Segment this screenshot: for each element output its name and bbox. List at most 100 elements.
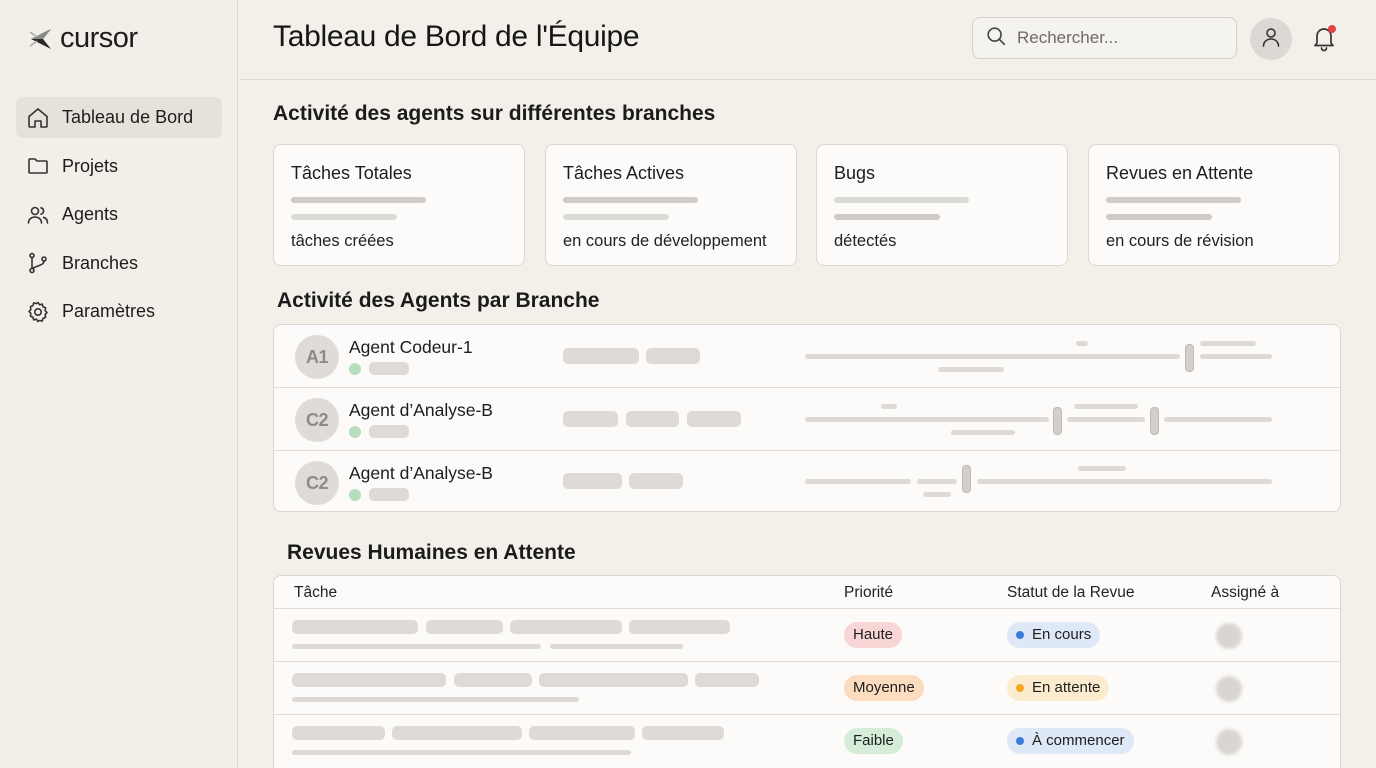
placeholder-pill bbox=[695, 673, 759, 687]
stat-card-total-tasks: Tâches Totales tâches créées bbox=[273, 144, 525, 266]
stat-placeholder-bar bbox=[291, 197, 426, 203]
table-row[interactable]: Haute En cours bbox=[274, 609, 1340, 662]
table-row[interactable]: Faible À commencer bbox=[274, 715, 1340, 768]
agent-row[interactable]: C2 Agent d’Analyse-B bbox=[274, 387, 1340, 449]
stat-placeholder-bar bbox=[834, 197, 969, 203]
column-header-assignee[interactable]: Assigné à bbox=[1211, 584, 1279, 602]
placeholder-pill bbox=[454, 673, 532, 687]
branch-marker[interactable] bbox=[1053, 407, 1062, 435]
branch-marker[interactable] bbox=[1150, 407, 1159, 435]
branch-marker[interactable] bbox=[962, 465, 971, 493]
placeholder-pill bbox=[529, 726, 635, 740]
stat-card-sub: tâches créées bbox=[291, 232, 394, 250]
stat-card-pending-reviews: Revues en Attente en cours de révision bbox=[1088, 144, 1340, 266]
sidebar: cursor Tableau de Bord Projets Agents Br… bbox=[0, 0, 238, 768]
placeholder-line bbox=[292, 750, 631, 755]
branch-timeline-line bbox=[805, 479, 911, 484]
brand-logo[interactable]: cursor bbox=[28, 22, 138, 55]
sidebar-item-dashboard[interactable]: Tableau de Bord bbox=[16, 97, 222, 138]
placeholder-line bbox=[292, 644, 541, 649]
placeholder-pill bbox=[392, 726, 522, 740]
reviews-table: Tâche Priorité Statut de la Revue Assign… bbox=[273, 575, 1341, 768]
status-dot bbox=[1016, 737, 1024, 745]
user-avatar-button[interactable] bbox=[1250, 18, 1292, 60]
agent-avatar: A1 bbox=[295, 335, 339, 379]
folder-icon bbox=[26, 154, 50, 178]
search-box[interactable] bbox=[972, 17, 1237, 59]
cursor-logo-icon bbox=[28, 26, 54, 52]
assignee-avatar[interactable] bbox=[1216, 729, 1242, 755]
reviews-section-title: Revues Humaines en Attente bbox=[287, 541, 576, 564]
stat-card-sub: détectés bbox=[834, 232, 897, 250]
stat-placeholder-bar bbox=[1106, 214, 1212, 220]
sidebar-nav: Tableau de Bord Projets Agents Branches … bbox=[16, 97, 222, 340]
branch-timeline-line bbox=[951, 430, 1015, 435]
branch-timeline-line bbox=[1076, 341, 1088, 346]
placeholder-pill bbox=[626, 411, 679, 427]
brand-name: cursor bbox=[60, 22, 138, 54]
placeholder-pill bbox=[426, 620, 503, 634]
stat-card-active-tasks: Tâches Actives en cours de développement bbox=[545, 144, 797, 266]
placeholder-pill bbox=[563, 411, 618, 427]
branch-marker[interactable] bbox=[1185, 344, 1194, 372]
page-title: Tableau de Bord de l'Équipe bbox=[273, 20, 640, 53]
status-label: En attente bbox=[1032, 679, 1101, 696]
sidebar-item-agents[interactable]: Agents bbox=[16, 194, 222, 235]
agent-avatar: C2 bbox=[295, 398, 339, 442]
search-input[interactable] bbox=[1017, 28, 1217, 48]
agents-panel: A1 Agent Codeur-1 C2 Agent d’Analyse-B C… bbox=[273, 324, 1341, 512]
agent-avatar: C2 bbox=[295, 461, 339, 505]
sidebar-item-settings[interactable]: Paramètres bbox=[16, 291, 222, 332]
status-badge: En attente bbox=[1007, 675, 1110, 701]
status-badge: À commencer bbox=[1007, 728, 1134, 754]
branch-timeline-line bbox=[881, 404, 897, 409]
stat-card-bugs: Bugs détectés bbox=[816, 144, 1068, 266]
users-icon bbox=[26, 203, 50, 227]
bell-icon bbox=[1311, 28, 1337, 56]
notification-dot bbox=[1328, 25, 1336, 33]
stat-card-label: Revues en Attente bbox=[1106, 163, 1254, 183]
status-badge: En cours bbox=[1007, 622, 1101, 648]
placeholder-pill bbox=[369, 362, 409, 375]
stat-placeholder-bar bbox=[291, 214, 397, 220]
sidebar-item-label: Branches bbox=[62, 252, 139, 273]
status-dot bbox=[1016, 684, 1024, 692]
assignee-avatar[interactable] bbox=[1216, 676, 1242, 702]
branch-timeline-line bbox=[1200, 341, 1256, 346]
search-icon bbox=[985, 25, 1017, 52]
agent-row[interactable]: C2 Agent d’Analyse-B bbox=[274, 450, 1340, 511]
stat-placeholder-bar bbox=[1106, 197, 1241, 203]
branch-timeline-line bbox=[923, 492, 951, 497]
agent-row[interactable]: A1 Agent Codeur-1 bbox=[274, 325, 1340, 387]
overview-title: Activité des agents sur différentes bran… bbox=[273, 102, 716, 125]
placeholder-line bbox=[550, 644, 683, 649]
git-branch-icon bbox=[26, 251, 50, 275]
column-header-priority[interactable]: Priorité bbox=[844, 584, 893, 602]
column-header-task[interactable]: Tâche bbox=[294, 584, 337, 602]
branch-timeline-line bbox=[917, 479, 957, 484]
sidebar-item-label: Paramètres bbox=[62, 301, 156, 321]
agent-status-dot bbox=[349, 363, 361, 375]
placeholder-pill bbox=[687, 411, 741, 427]
sidebar-item-branches[interactable]: Branches bbox=[16, 243, 222, 284]
table-row[interactable]: Moyenne En attente bbox=[274, 662, 1340, 715]
assignee-avatar[interactable] bbox=[1216, 623, 1242, 649]
placeholder-pill bbox=[642, 726, 724, 740]
sidebar-item-projects[interactable]: Projets bbox=[16, 146, 222, 187]
column-header-status[interactable]: Statut de la Revue bbox=[1007, 584, 1135, 602]
stat-card-sub: en cours de développement bbox=[563, 232, 767, 250]
placeholder-line bbox=[292, 697, 579, 702]
placeholder-pill bbox=[563, 348, 639, 364]
agent-status-dot bbox=[349, 489, 361, 501]
table-header: Tâche Priorité Statut de la Revue Assign… bbox=[274, 576, 1340, 609]
stat-placeholder-bar bbox=[563, 197, 698, 203]
branch-timeline-line bbox=[977, 479, 1272, 484]
stat-card-sub: en cours de révision bbox=[1106, 232, 1254, 250]
agents-section-title: Activité des Agents par Branche bbox=[277, 289, 600, 312]
status-dot bbox=[1016, 631, 1024, 639]
notifications-button[interactable] bbox=[1311, 24, 1337, 52]
agent-name: Agent d’Analyse-B bbox=[349, 400, 493, 420]
gear-icon bbox=[26, 300, 50, 324]
status-label: En cours bbox=[1032, 626, 1092, 643]
branch-timeline-line bbox=[938, 367, 1004, 372]
